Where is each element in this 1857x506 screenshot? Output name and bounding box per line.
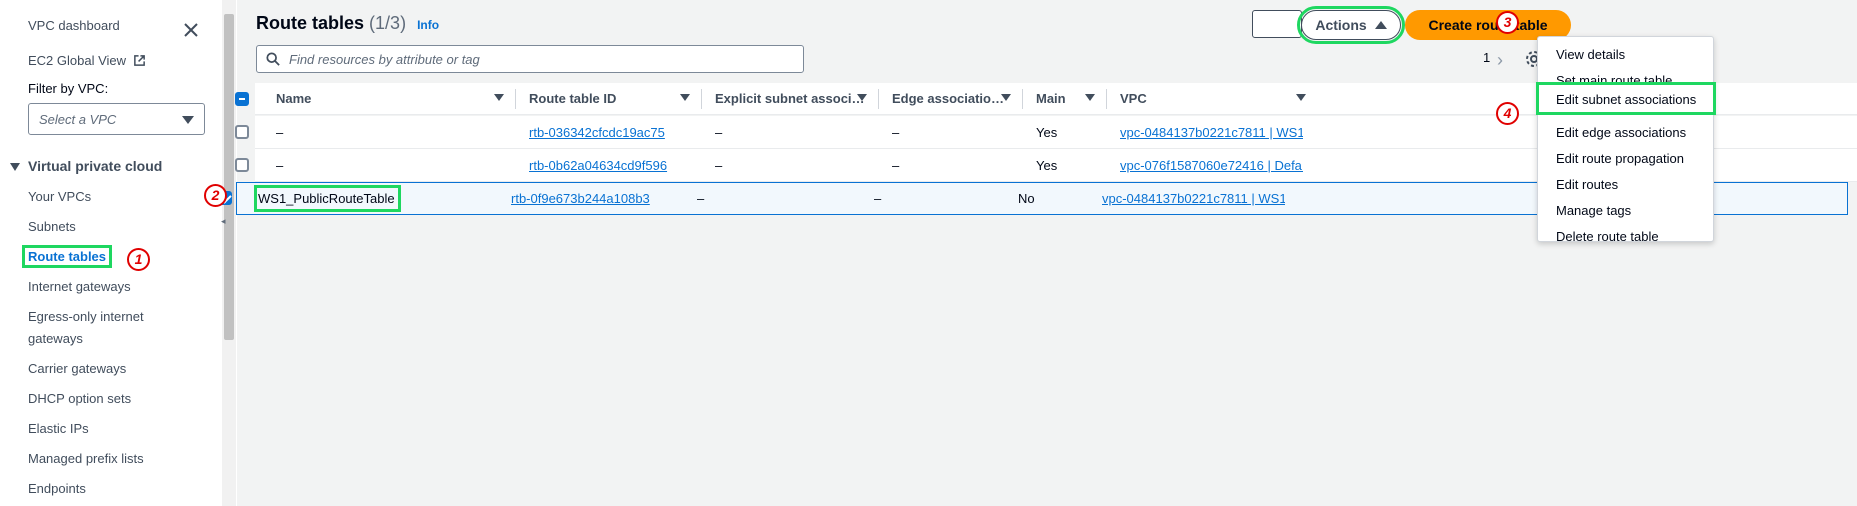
- cell-name: –: [276, 125, 284, 140]
- column-edge-associations[interactable]: Edge associatio…: [892, 91, 1004, 106]
- column-divider[interactable]: [878, 89, 879, 109]
- page-title-text: Route tables: [256, 13, 365, 33]
- section-virtual-private-cloud[interactable]: Virtual private cloud: [10, 158, 162, 174]
- menu-item-edit-route-propagation[interactable]: Edit route propagation: [1556, 151, 1684, 166]
- close-icon[interactable]: [181, 20, 201, 40]
- actions-button[interactable]: Actions: [1297, 6, 1405, 44]
- sidebar-item-subnets[interactable]: Subnets: [28, 219, 76, 234]
- cell-vpc[interactable]: vpc-0484137b0221c7811 | WS1…: [1120, 125, 1303, 140]
- cell-explicit: –: [697, 191, 705, 206]
- sort-icon[interactable]: [1001, 94, 1011, 101]
- cell-edge: –: [874, 191, 882, 206]
- caret-down-icon: [182, 116, 194, 124]
- actions-label: Actions: [1315, 17, 1367, 33]
- cell-main: No: [1018, 191, 1035, 206]
- menu-item-manage-tags[interactable]: Manage tags: [1556, 203, 1631, 218]
- cell-vpc[interactable]: vpc-0484137b0221c7811 | WS1…: [1102, 191, 1285, 206]
- sidebar-item-carrier-gateways[interactable]: Carrier gateways: [28, 361, 126, 376]
- cell-route-table-id[interactable]: rtb-0f9e673b244a108b3: [511, 191, 650, 206]
- cell-name: –: [276, 158, 284, 173]
- annotation-badge-1: 1: [127, 248, 150, 271]
- annotation-badge-4: 4: [1496, 102, 1519, 125]
- refresh-button[interactable]: [1252, 10, 1302, 38]
- menu-item-delete-route-table[interactable]: Delete route table: [1556, 229, 1659, 244]
- cell-edge: –: [892, 125, 900, 140]
- column-explicit-subnet[interactable]: Explicit subnet associ…: [715, 91, 865, 106]
- sort-icon[interactable]: [1296, 94, 1306, 101]
- annotation-badge-3: 3: [1496, 11, 1519, 34]
- column-divider[interactable]: [1022, 89, 1023, 109]
- sort-icon[interactable]: [494, 94, 504, 101]
- annotation-badge-2: 2: [204, 184, 227, 207]
- menu-item-edit-routes[interactable]: Edit routes: [1556, 177, 1618, 192]
- sidebar-item-managed-prefix-lists[interactable]: Managed prefix lists: [28, 451, 144, 466]
- external-link-icon: [133, 55, 145, 66]
- cell-vpc[interactable]: vpc-076f1587060e72416 | Defa…: [1120, 158, 1303, 173]
- vpc-select[interactable]: Select a VPC: [28, 103, 205, 135]
- sidebar-item-egress-only-internet-gateways-line2[interactable]: gateways: [28, 331, 83, 346]
- row-checkbox[interactable]: [235, 125, 249, 139]
- sort-icon[interactable]: [857, 94, 867, 101]
- scrollbar-thumb[interactable]: [224, 14, 234, 340]
- column-vpc[interactable]: VPC: [1120, 91, 1147, 106]
- column-name[interactable]: Name: [276, 91, 311, 106]
- filter-by-vpc-label: Filter by VPC:: [28, 81, 109, 96]
- column-divider[interactable]: [701, 89, 702, 109]
- search-icon: [266, 52, 280, 66]
- sidebar-item-your-vpcs[interactable]: Your VPCs: [28, 189, 91, 204]
- sort-icon[interactable]: [680, 94, 690, 101]
- caret-down-icon: [10, 163, 20, 172]
- sidebar-item-ec2-global-view[interactable]: EC2 Global View: [28, 53, 146, 68]
- cell-name: WS1_PublicRouteTable: [254, 185, 401, 212]
- sidebar-item-vpc-dashboard[interactable]: VPC dashboard: [28, 18, 120, 33]
- select-all-checkbox[interactable]: [235, 92, 249, 106]
- column-divider[interactable]: [1106, 89, 1107, 109]
- cell-main: Yes: [1036, 158, 1058, 173]
- cell-explicit: –: [715, 158, 723, 173]
- cell-main: Yes: [1036, 125, 1058, 140]
- sidebar-scrollbar[interactable]: [222, 0, 236, 506]
- menu-item-edit-edge-associations[interactable]: Edit edge associations: [1556, 125, 1686, 140]
- menu-item-view-details[interactable]: View details: [1556, 47, 1625, 62]
- sidebar: VPC dashboard EC2 Global View Filter by …: [0, 0, 222, 506]
- column-main[interactable]: Main: [1036, 91, 1066, 106]
- sidebar-item-route-tables[interactable]: Route tables: [21, 245, 113, 268]
- sidebar-item-elastic-ips[interactable]: Elastic IPs: [28, 421, 89, 436]
- row-checkbox[interactable]: [235, 158, 249, 172]
- cell-explicit: –: [715, 125, 723, 140]
- column-route-table-id[interactable]: Route table ID: [529, 91, 616, 106]
- column-divider[interactable]: [515, 89, 516, 109]
- actions-dropdown-menu: View details Set main route table Edit s…: [1536, 36, 1716, 244]
- next-page-icon[interactable]: ›: [1497, 50, 1503, 71]
- menu-item-edit-subnet-associations[interactable]: Edit subnet associations: [1556, 92, 1696, 107]
- section-label: Virtual private cloud: [28, 158, 163, 174]
- sidebar-item-egress-only-internet-gateways[interactable]: Egress-only internet: [28, 309, 144, 324]
- info-link[interactable]: Info: [417, 18, 439, 32]
- cell-route-table-id[interactable]: rtb-0b62a04634cd9f596: [529, 158, 667, 173]
- sidebar-item-label: EC2 Global View: [28, 53, 127, 68]
- page-title: Route tables (1/3) Info: [256, 13, 439, 34]
- selection-count: (1/3): [369, 13, 407, 33]
- scroll-left-icon[interactable]: ◂: [221, 216, 226, 227]
- search-input[interactable]: Find resources by attribute or tag: [256, 45, 804, 73]
- cell-route-table-id[interactable]: rtb-036342cfcdc19ac75: [529, 125, 665, 140]
- sidebar-item-endpoints[interactable]: Endpoints: [28, 481, 86, 496]
- vpc-select-placeholder: Select a VPC: [39, 112, 117, 127]
- sort-icon[interactable]: [1085, 94, 1095, 101]
- caret-up-icon: [1374, 21, 1387, 29]
- sidebar-item-dhcp-option-sets[interactable]: DHCP option sets: [28, 391, 131, 406]
- cell-edge: –: [892, 158, 900, 173]
- sidebar-item-internet-gateways[interactable]: Internet gateways: [28, 279, 131, 294]
- page-number[interactable]: 1: [1483, 50, 1490, 65]
- search-placeholder: Find resources by attribute or tag: [289, 52, 480, 67]
